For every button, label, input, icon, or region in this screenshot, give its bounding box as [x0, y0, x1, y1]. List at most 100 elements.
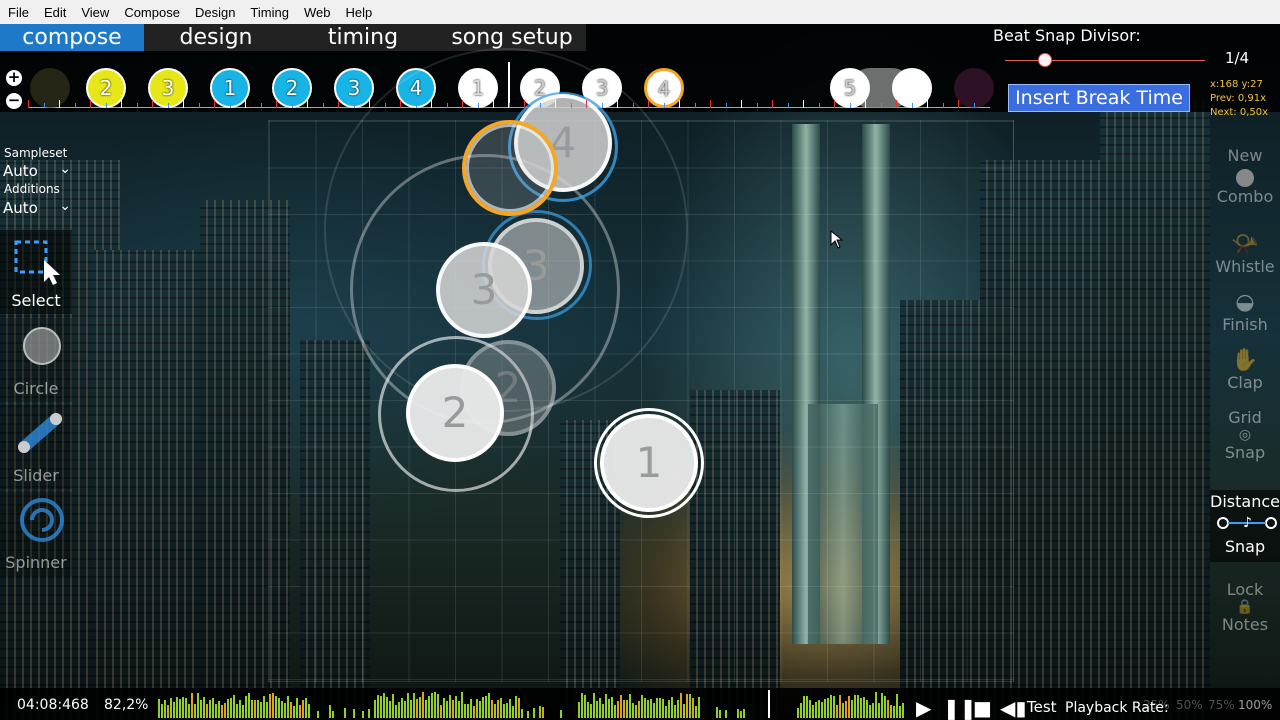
- menu-file[interactable]: File: [0, 5, 36, 20]
- new-combo-toggle[interactable]: New Combo: [1210, 142, 1280, 218]
- playback-rate-50[interactable]: 50%: [1176, 698, 1203, 712]
- timeline-bar: [317, 710, 319, 718]
- menu-edit[interactable]: Edit: [36, 5, 73, 20]
- lock-notes-label-2: Notes: [1221, 615, 1269, 634]
- menu-web[interactable]: Web: [296, 5, 338, 20]
- timeline-bar: [158, 699, 160, 718]
- timeline-tick: [803, 100, 804, 108]
- timeline-bar: [896, 693, 898, 718]
- finish-toggle[interactable]: ◒ Finish: [1210, 290, 1280, 346]
- insert-break-time-button[interactable]: Insert Break Time: [1008, 84, 1190, 112]
- tab-compose[interactable]: compose: [0, 24, 144, 51]
- timeline-tick: [942, 103, 944, 108]
- timeline-bar: [302, 699, 304, 718]
- hit-circle[interactable]: 1: [600, 414, 698, 512]
- timeline-tick: [570, 103, 572, 108]
- tool-select[interactable]: Select: [0, 230, 72, 314]
- pause-icon[interactable]: ❚❚: [943, 696, 977, 720]
- timeline-note[interactable]: 3: [148, 68, 188, 108]
- hit-circle[interactable]: 2: [406, 364, 504, 462]
- tool-slider[interactable]: Slider: [0, 405, 72, 489]
- zoom-in-icon[interactable]: +: [6, 70, 22, 86]
- timeline-bar: [506, 702, 508, 718]
- grid-snap-toggle[interactable]: Grid ◎ Snap: [1210, 406, 1280, 476]
- beat-snap-slider-handle[interactable]: [1038, 53, 1052, 67]
- sampleset-dropdown[interactable]: Auto ⌄: [3, 161, 71, 180]
- new-combo-label-2: Combo: [1216, 187, 1274, 206]
- timeline-bar: [893, 705, 895, 718]
- additions-dropdown[interactable]: Auto ⌄: [3, 198, 71, 217]
- grid-snap-icon: ◎: [1238, 427, 1252, 443]
- song-timeline[interactable]: [158, 690, 904, 718]
- timeline-tick: [245, 100, 246, 108]
- stop-icon[interactable]: ■: [973, 696, 992, 720]
- zoom-out-icon[interactable]: −: [6, 93, 22, 109]
- tool-circle[interactable]: Circle: [0, 318, 72, 402]
- menu-compose[interactable]: Compose: [116, 5, 187, 20]
- whistle-toggle[interactable]: 📯 Whistle: [1210, 232, 1280, 288]
- timeline-bar: [851, 700, 853, 718]
- timeline-bar: [296, 697, 298, 718]
- timeline-bar: [443, 698, 445, 718]
- menu-bar: File Edit View Compose Design Timing Web…: [0, 0, 1280, 24]
- timeline-tick: [896, 100, 897, 108]
- song-position-marker[interactable]: [768, 690, 770, 718]
- timeline-bar: [293, 705, 295, 718]
- timeline-bar: [584, 694, 586, 718]
- timeline-bar: [611, 697, 613, 718]
- timeline-bar: [275, 695, 277, 718]
- timeline-bar: [221, 704, 223, 718]
- menu-help[interactable]: Help: [337, 5, 379, 20]
- timeline-bar: [269, 693, 271, 718]
- timeline-note[interactable]: 1: [210, 68, 250, 108]
- timeline-bar: [392, 693, 394, 718]
- timeline-tick: [663, 103, 665, 108]
- timeline-note[interactable]: 2: [272, 68, 312, 108]
- timeline-note-selected[interactable]: 4: [644, 68, 684, 108]
- tab-timing[interactable]: timing: [288, 24, 438, 51]
- timeline-slider-end[interactable]: [892, 68, 932, 108]
- timeline-bar: [209, 699, 211, 718]
- timeline-bar: [653, 702, 655, 718]
- timeline-tick: [524, 100, 525, 108]
- sampleset-value: Auto: [3, 162, 38, 180]
- timeline-bar: [641, 694, 643, 718]
- timeline-bar: [650, 699, 652, 718]
- timeline-bar: [272, 693, 274, 718]
- hit-circle[interactable]: 3: [436, 242, 532, 338]
- menu-view[interactable]: View: [73, 5, 116, 20]
- distance-snap-toggle[interactable]: Distance ♪ Snap: [1210, 490, 1280, 562]
- timeline-bar: [743, 709, 745, 718]
- lock-notes-toggle[interactable]: Lock 🔒 Notes: [1210, 578, 1280, 648]
- timeline-bar: [224, 702, 226, 718]
- timeline-bar: [266, 702, 268, 718]
- new-combo-label: New: [1227, 146, 1263, 165]
- timeline-tick: [679, 100, 680, 108]
- playback-rate-100[interactable]: 100%: [1238, 698, 1272, 712]
- sampleset-label: Sampleset: [4, 146, 68, 160]
- selected-hit-circle[interactable]: [462, 120, 558, 216]
- test-button[interactable]: Test: [1027, 698, 1057, 716]
- tab-song-setup[interactable]: song setup: [438, 24, 586, 51]
- grid-snap-label: Grid: [1228, 408, 1262, 427]
- timeline-bar: [425, 700, 427, 718]
- beat-snap-slider-track[interactable]: [1005, 60, 1205, 61]
- clap-toggle[interactable]: ✋ Clap: [1210, 348, 1280, 404]
- timeline-bar: [608, 698, 610, 718]
- timeline-bar: [329, 705, 331, 718]
- timeline-note[interactable]: 3: [334, 68, 374, 108]
- play-icon[interactable]: ▶: [916, 696, 931, 720]
- timeline-bar: [716, 706, 718, 718]
- timeline-bar: [590, 704, 592, 718]
- timeline-bar: [881, 692, 883, 718]
- timeline-note[interactable]: 2: [86, 68, 126, 108]
- tool-spinner[interactable]: Spinner: [0, 492, 72, 576]
- menu-design[interactable]: Design: [187, 5, 242, 20]
- timeline-note[interactable]: 5: [830, 68, 870, 108]
- menu-timing[interactable]: Timing: [242, 5, 296, 20]
- playback-rate-25[interactable]: 25%: [1143, 698, 1170, 712]
- timeline-bar: [422, 692, 424, 718]
- tab-design[interactable]: design: [144, 24, 288, 51]
- test-camera-icon[interactable]: ◀▮: [1000, 696, 1026, 720]
- playback-rate-75[interactable]: 75%: [1208, 698, 1235, 712]
